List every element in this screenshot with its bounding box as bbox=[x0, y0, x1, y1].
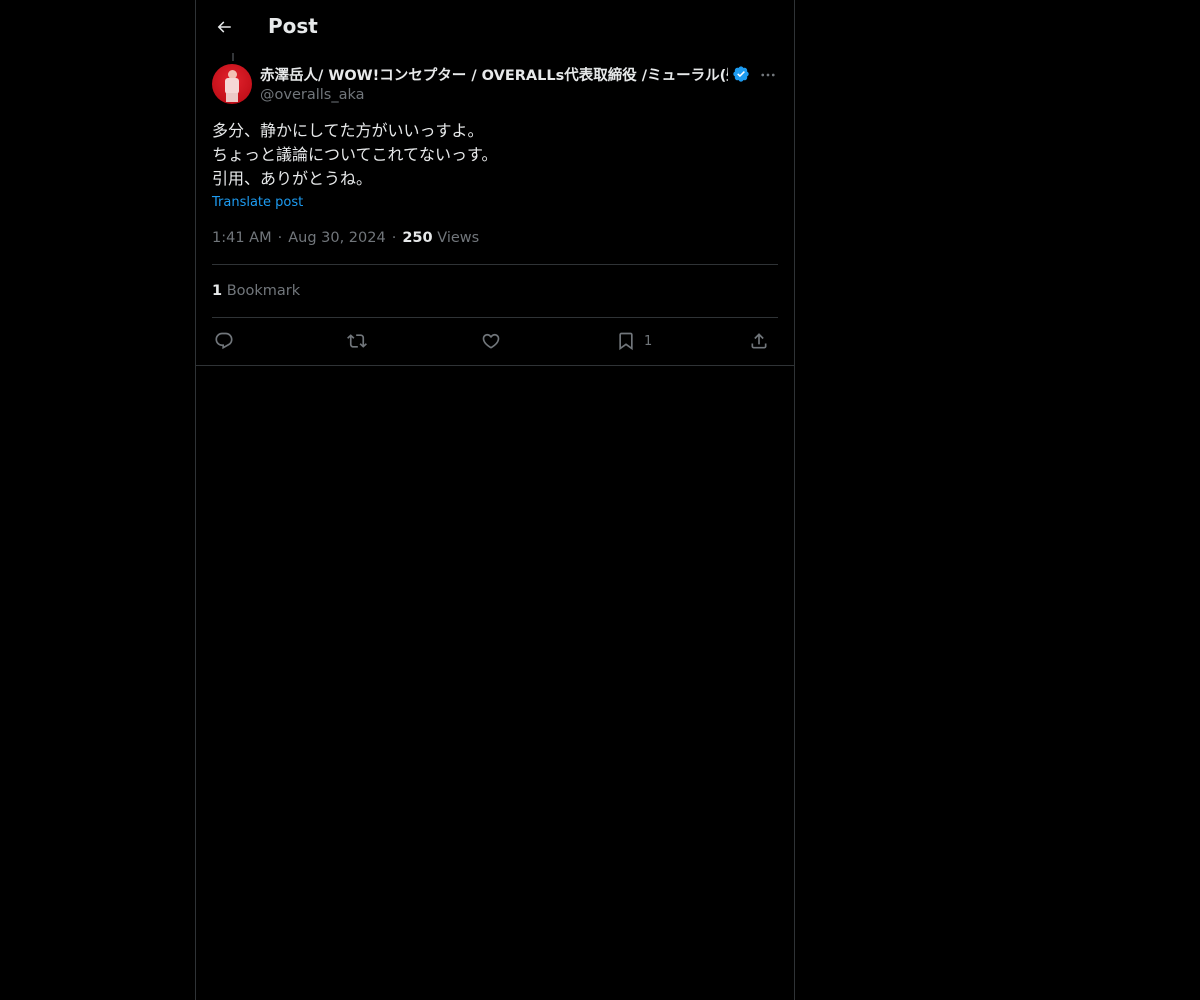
post-actions-bar: 1 bbox=[212, 318, 778, 364]
post-text-line: 引用、ありがとうね。 bbox=[212, 169, 373, 188]
thread-connector-line bbox=[232, 53, 234, 61]
verified-badge-icon[interactable] bbox=[732, 65, 750, 83]
reply-icon bbox=[215, 332, 233, 350]
repost-icon bbox=[347, 334, 367, 348]
bookmark-icon bbox=[619, 332, 633, 351]
user-handle[interactable]: @overalls_aka bbox=[260, 85, 750, 105]
post-text-line: 多分、静かにしてた方がいいっすよ。 bbox=[212, 121, 484, 140]
post-metadata: 1:41 AM · Aug 30, 2024 · 250 Views bbox=[212, 228, 479, 248]
share-button[interactable] bbox=[749, 328, 769, 354]
post-time[interactable]: 1:41 AM bbox=[212, 230, 272, 246]
more-dots-icon bbox=[761, 73, 775, 77]
bookmark-button[interactable]: 1 bbox=[616, 328, 652, 354]
divider bbox=[212, 264, 778, 265]
repost-button[interactable] bbox=[346, 328, 368, 354]
heart-icon bbox=[482, 333, 500, 349]
bookmarks-stat[interactable]: 1 Bookmark bbox=[212, 281, 300, 301]
display-name-row: 赤澤岳人/ WOW!コンセプター / OVERALLs代表取締役 /ミューラル(… bbox=[260, 63, 750, 85]
avatar-figure-legs bbox=[226, 93, 238, 102]
bookmarks-count: 1 bbox=[212, 283, 223, 299]
more-options-button[interactable] bbox=[756, 64, 780, 86]
bookmarks-label: Bookmark bbox=[226, 283, 301, 299]
back-button[interactable] bbox=[208, 10, 240, 44]
avatar[interactable] bbox=[212, 64, 252, 104]
arrow-left-icon bbox=[217, 21, 231, 33]
meta-separator: · bbox=[391, 230, 397, 246]
post-text: 多分、静かにしてた方がいいっすよ。 ちょっと議論についてこれてないっす。 引用、… bbox=[212, 119, 772, 191]
main-column: Post 赤澤岳人/ WOW!コンセプター / OVERALLs代表取締役 /ミ… bbox=[195, 0, 795, 1000]
display-name[interactable]: 赤澤岳人/ WOW!コンセプター / OVERALLs代表取締役 /ミューラル(… bbox=[260, 64, 728, 85]
views-count: 250 bbox=[402, 230, 433, 246]
author-info: 赤澤岳人/ WOW!コンセプター / OVERALLs代表取締役 /ミューラル(… bbox=[260, 63, 750, 105]
post-text-line: ちょっと議論についてこれてないっす。 bbox=[212, 145, 498, 164]
post-bottom-border bbox=[196, 365, 794, 366]
post-date[interactable]: Aug 30, 2024 bbox=[288, 230, 386, 246]
views-label: Views bbox=[437, 230, 480, 246]
page-title: Post bbox=[268, 14, 318, 38]
like-button[interactable] bbox=[481, 328, 501, 354]
share-icon bbox=[751, 333, 767, 349]
reply-button[interactable] bbox=[214, 328, 234, 354]
translate-post-link[interactable]: Translate post bbox=[212, 194, 303, 212]
bookmark-action-count: 1 bbox=[644, 333, 653, 349]
page-header: Post bbox=[196, 0, 794, 53]
meta-separator: · bbox=[277, 230, 283, 246]
avatar-figure-body bbox=[225, 78, 239, 94]
